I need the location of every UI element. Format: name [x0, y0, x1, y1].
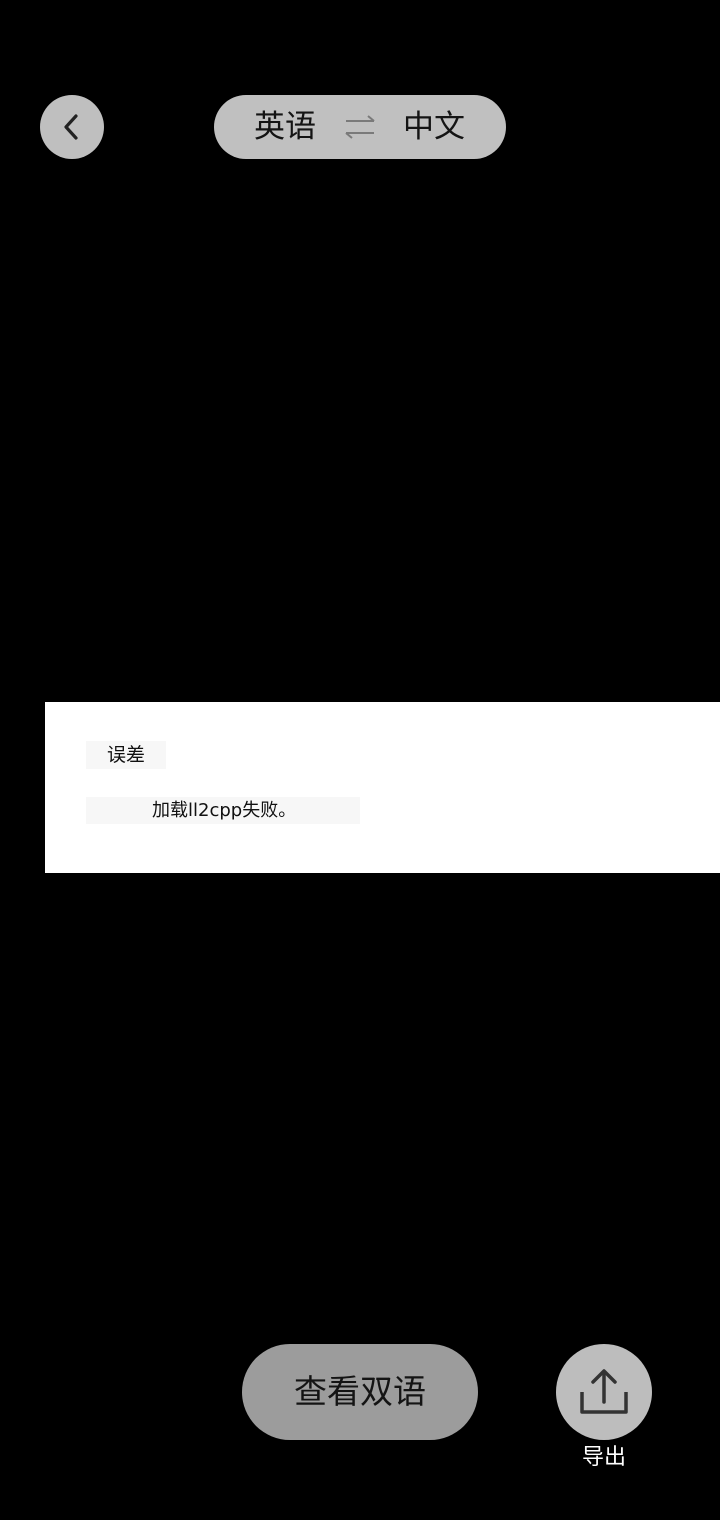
language-switcher: 英语 中文	[214, 95, 506, 159]
target-language[interactable]: 中文	[403, 95, 465, 159]
dialog-message: 加载ll2cpp失败。	[86, 797, 360, 824]
back-button[interactable]	[40, 95, 104, 159]
export-button[interactable]	[556, 1344, 652, 1440]
export-label: 导出	[581, 1445, 626, 1470]
source-language[interactable]: 英语	[254, 95, 316, 159]
error-dialog: 误差 加载ll2cpp失败。	[45, 702, 720, 873]
dialog-title: 误差	[86, 741, 166, 769]
share-upload-icon	[580, 1369, 628, 1414]
chevron-left-icon	[64, 114, 78, 140]
view-bilingual-button[interactable]: 查看双语	[242, 1344, 478, 1440]
swap-arrows-icon[interactable]	[344, 113, 376, 141]
